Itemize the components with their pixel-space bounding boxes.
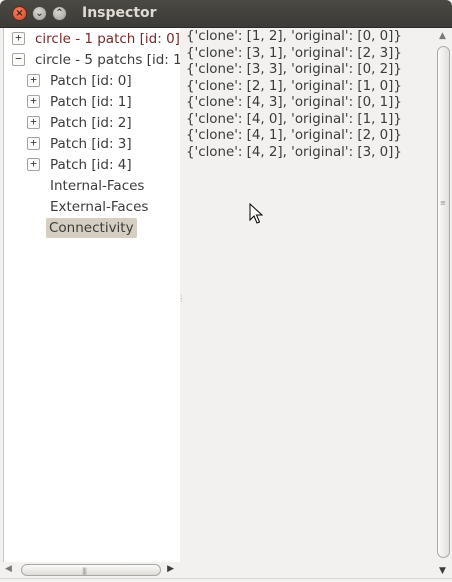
expand-icon[interactable]: + [27,74,40,87]
tree-item-label: circle - 1 patch [id: 0] [35,31,180,47]
close-window-button[interactable]: × [12,6,27,21]
tree-item-external-faces[interactable]: External-Faces [50,197,148,217]
scroll-down-icon[interactable]: ▼ [439,566,446,576]
connectivity-line: {'clone': [4, 0], 'original': [1, 1]} [186,111,402,127]
maximize-icon: ⌃ [55,7,64,19]
connectivity-text-view[interactable]: {'clone': [1, 2], 'original': [0, 0]} {'… [184,28,434,578]
vertical-scroll-thumb[interactable]: ≡ [437,46,450,558]
connectivity-line: {'clone': [1, 2], 'original': [0, 0]} [186,29,402,44]
horizontal-scrollbar[interactable]: ◀ ||| ▶ [3,562,180,578]
mouse-pointer-icon [249,203,263,224]
title-bar[interactable]: × ⌄ ⌃ Inspector [0,0,452,28]
close-icon: × [15,7,24,19]
expand-icon[interactable]: + [27,158,40,171]
vertical-scrollbar[interactable]: ▲ ≡ ▼ [434,28,452,578]
connectivity-line: {'clone': [4, 2], 'original': [3, 0]} [186,144,402,160]
tree-item-label: Patch [id: 4] [50,157,132,173]
tree-view[interactable]: + circle - 1 patch [id: 0] − circle - 5 … [3,28,180,562]
tree-item-label: circle - 5 patchs [id: 1] [35,52,180,68]
connectivity-line: {'clone': [3, 1], 'original': [2, 3]} [186,45,402,61]
minimize-icon: ⌄ [35,7,44,19]
grip-icon: ≡ [440,199,446,207]
scroll-left-icon[interactable]: ◀ [5,564,12,574]
expand-icon[interactable]: + [27,137,40,150]
window-bottom-edge [0,578,452,582]
window-title: Inspector [82,5,157,21]
connectivity-line: {'clone': [3, 3], 'original': [0, 2]} [186,62,402,77]
tree-item-connectivity[interactable]: Connectivity [46,218,137,238]
tree-item-internal-faces[interactable]: Internal-Faces [50,176,144,196]
collapse-icon[interactable]: − [12,53,25,66]
expand-icon[interactable]: + [27,116,40,129]
separator-grip-icon: :: [180,293,183,304]
maximize-window-button[interactable]: ⌃ [52,6,67,21]
grip-icon: ||| [82,567,87,575]
tree-item-label: Patch [id: 0] [50,73,132,89]
connectivity-line: {'clone': [2, 1], 'original': [1, 0]} [186,78,402,94]
tree-item-label: Patch [id: 2] [50,115,132,131]
tree-item-label: Patch [id: 3] [50,136,132,152]
scroll-up-icon[interactable]: ▲ [439,31,446,41]
connectivity-line: {'clone': [4, 1], 'original': [2, 0]} [186,128,402,143]
minimize-window-button[interactable]: ⌄ [32,6,47,21]
horizontal-scroll-thumb[interactable]: ||| [21,564,161,576]
tree-item-label: Patch [id: 1] [50,94,132,110]
scroll-right-icon[interactable]: ▶ [167,564,174,574]
connectivity-line: {'clone': [4, 3], 'original': [0, 1]} [186,95,402,110]
expand-icon[interactable]: + [12,32,25,45]
expand-icon[interactable]: + [27,95,40,108]
